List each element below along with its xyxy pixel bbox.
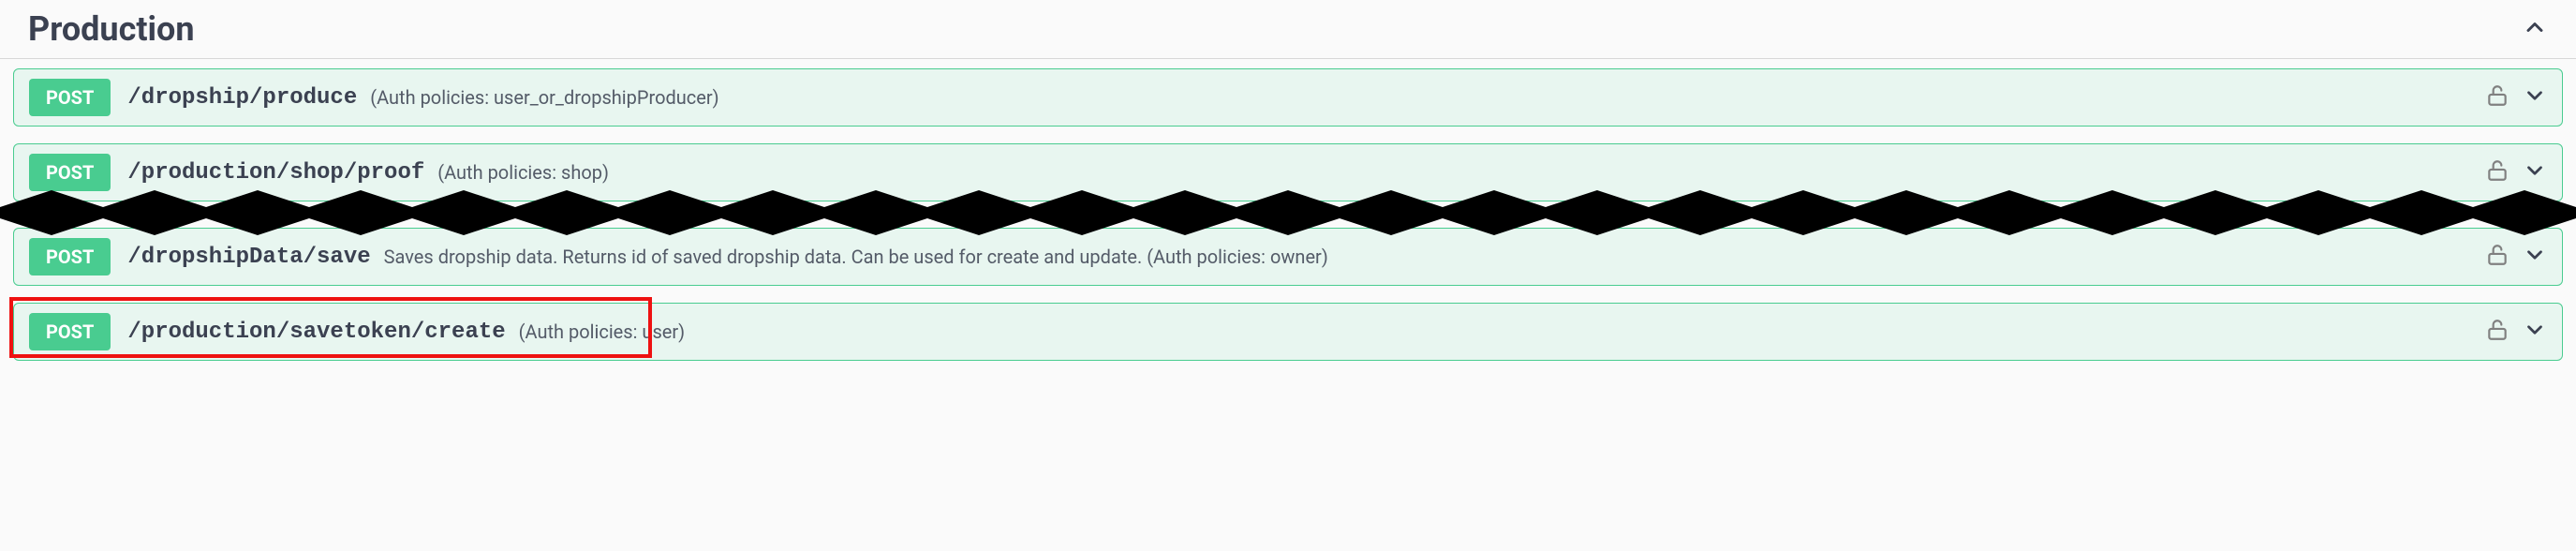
unlock-icon[interactable]	[2485, 318, 2509, 346]
http-method-badge: POST	[29, 313, 111, 350]
endpoint-actions	[2485, 318, 2547, 346]
chevron-down-icon[interactable]	[2523, 83, 2547, 112]
endpoint-path: /production/shop/proof	[127, 160, 424, 186]
endpoints-list: POST /dropship/produce (Auth policies: u…	[0, 59, 2576, 387]
endpoint-description: (Auth policies: shop)	[437, 161, 609, 184]
endpoint-path: /production/savetoken/create	[127, 320, 505, 345]
unlock-icon[interactable]	[2485, 158, 2509, 186]
http-method-badge: POST	[29, 79, 111, 116]
endpoint-actions	[2485, 158, 2547, 186]
chevron-down-icon[interactable]	[2523, 318, 2547, 346]
unlock-icon[interactable]	[2485, 83, 2509, 112]
endpoint-path: /dropshipData/save	[127, 245, 370, 270]
endpoint-actions	[2485, 243, 2547, 271]
chevron-down-icon[interactable]	[2523, 158, 2547, 186]
http-method-badge: POST	[29, 154, 111, 191]
section-header[interactable]: Production	[0, 0, 2576, 59]
endpoint-description: (Auth policies: user_or_dropshipProducer…	[370, 86, 718, 109]
endpoint-actions	[2485, 83, 2547, 112]
unlock-icon[interactable]	[2485, 243, 2509, 271]
chevron-down-icon[interactable]	[2523, 243, 2547, 271]
endpoint-row[interactable]: POST /dropshipData/save Saves dropship d…	[13, 228, 2563, 286]
endpoint-row[interactable]: POST /production/savetoken/create (Auth …	[13, 303, 2563, 361]
section-title: Production	[28, 9, 195, 49]
endpoint-row[interactable]: POST /dropship/produce (Auth policies: u…	[13, 68, 2563, 127]
endpoint-description: (Auth policies: user)	[519, 320, 685, 343]
collapse-section-icon[interactable]	[2522, 14, 2548, 44]
endpoint-path: /dropship/produce	[127, 85, 357, 111]
endpoint-description: Saves dropship data. Returns id of saved…	[384, 246, 1328, 268]
http-method-badge: POST	[29, 238, 111, 276]
